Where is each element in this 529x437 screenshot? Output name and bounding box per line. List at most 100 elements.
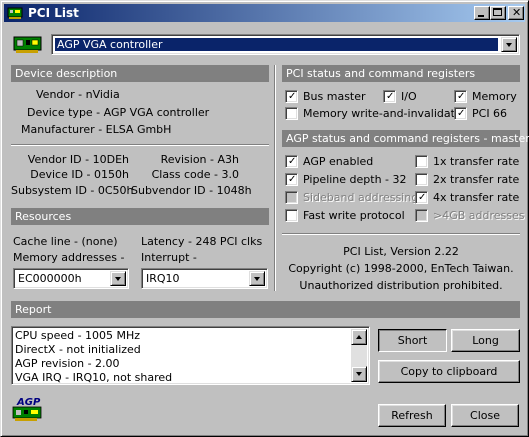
chevron-down-icon xyxy=(506,43,512,47)
vendor-text: Vendor - nVidia xyxy=(36,88,120,101)
agp-status-header: AGP status and command registers - maste… xyxy=(282,130,529,147)
pci66-label: PCI 66 xyxy=(472,107,508,120)
minimize-button[interactable] xyxy=(474,6,490,20)
copy-to-clipboard-label: Copy to clipboard xyxy=(400,365,498,378)
agp-logo-icon: AGP xyxy=(12,397,42,421)
2x-rate-checkbox[interactable] xyxy=(415,173,428,186)
window-title: PCI List xyxy=(28,6,79,20)
class-code-text: Class code - 3.0 xyxy=(151,168,239,181)
interrupt-dropdown-button[interactable] xyxy=(249,271,265,286)
bus-master-checkbox[interactable]: ✓ xyxy=(285,90,298,103)
version-text: PCI List, Version 2.22 xyxy=(343,245,459,258)
title-bar[interactable]: PCI List ✕ xyxy=(4,4,525,22)
copyright-text: Copyright (c) 1998-2000, EnTech Taiwan. xyxy=(288,262,514,275)
refresh-label: Refresh xyxy=(391,409,433,422)
short-report-label: Short xyxy=(397,334,428,347)
4gb-addresses-checkbox xyxy=(415,209,428,222)
copy-to-clipboard-button[interactable]: Copy to clipboard xyxy=(378,360,520,383)
report-listbox[interactable]: CPU speed - 1005 MHz DirectX - not initi… xyxy=(11,326,370,385)
4x-rate-label: 4x transfer rate xyxy=(433,191,520,204)
close-button[interactable]: Close xyxy=(451,404,519,427)
report-line: CPU speed - 1005 MHz xyxy=(15,329,141,342)
long-report-button[interactable]: Long xyxy=(451,329,520,352)
checkmark-icon: ✓ xyxy=(288,156,297,167)
checkmark-icon: ✓ xyxy=(457,91,466,102)
arrow-up-icon xyxy=(356,335,362,339)
checkmark-icon: ✓ xyxy=(386,91,395,102)
pipeline-depth-checkbox[interactable]: ✓ xyxy=(285,173,298,186)
report-line: DirectX - not initialized xyxy=(15,343,141,356)
device-select[interactable]: AGP VGA controller xyxy=(51,34,520,55)
device-select-value: AGP VGA controller xyxy=(54,37,499,52)
2x-rate-label: 2x transfer rate xyxy=(433,173,520,186)
close-label: Close xyxy=(470,409,500,422)
4gb-addresses-label: >4GB addresses xyxy=(433,209,525,222)
manufacturer-text: Manufacturer - ELSA GmbH xyxy=(21,123,172,136)
interrupt-label: Interrupt - xyxy=(141,251,197,264)
arrow-down-icon xyxy=(356,372,362,376)
memory-dropdown-button[interactable] xyxy=(110,271,126,286)
scroll-up-button[interactable] xyxy=(351,329,367,345)
close-window-button[interactable]: ✕ xyxy=(508,6,524,20)
resources-header: Resources xyxy=(11,208,269,225)
maximize-button[interactable] xyxy=(490,6,506,20)
pci-card-icon xyxy=(13,36,42,53)
fast-write-label: Fast write protocol xyxy=(303,209,405,222)
fast-write-checkbox[interactable] xyxy=(285,209,298,222)
main-window: PCI List ✕ AGP VGA controller Device des… xyxy=(0,0,529,437)
memory-checkbox[interactable]: ✓ xyxy=(454,90,467,103)
chevron-down-icon xyxy=(254,277,260,281)
report-header: Report xyxy=(11,301,520,318)
interrupt-value: IRQ10 xyxy=(146,272,180,285)
agp-enabled-checkbox[interactable]: ✓ xyxy=(285,155,298,168)
pci66-checkbox[interactable]: ✓ xyxy=(454,107,467,120)
cache-line-text: Cache line - (none) xyxy=(13,235,118,248)
maximize-icon xyxy=(493,8,502,16)
report-line: VGA IRQ - IRQ10, not shared xyxy=(15,371,173,384)
report-scrollbar[interactable] xyxy=(351,329,367,382)
memory-addresses-select[interactable]: EC000000h xyxy=(13,268,129,289)
4x-rate-checkbox[interactable]: ✓ xyxy=(415,191,428,204)
divider xyxy=(11,144,269,146)
memory-addresses-label: Memory addresses - xyxy=(13,251,125,264)
agp-enabled-label: AGP enabled xyxy=(303,155,374,168)
1x-rate-checkbox[interactable] xyxy=(415,155,428,168)
memory-label: Memory xyxy=(472,90,517,103)
long-report-label: Long xyxy=(472,334,499,347)
divider xyxy=(282,233,520,235)
close-icon: ✕ xyxy=(512,6,522,19)
agp-logo-text: AGP xyxy=(16,397,41,408)
io-label: I/O xyxy=(401,90,417,103)
device-select-dropdown-button[interactable] xyxy=(501,37,517,52)
pci-status-header: PCI status and command registers xyxy=(282,65,520,82)
sideband-addressing-checkbox xyxy=(285,191,298,204)
report-line: AGP revision - 2.00 xyxy=(15,357,120,370)
interrupt-select[interactable]: IRQ10 xyxy=(141,268,268,289)
short-report-button[interactable]: Short xyxy=(378,329,447,352)
bus-master-label: Bus master xyxy=(303,90,366,103)
revision-text: Revision - A3h xyxy=(160,153,239,166)
pipeline-depth-label: Pipeline depth - 32 xyxy=(303,173,407,186)
device-type-text: Device type - AGP VGA controller xyxy=(27,106,210,119)
device-description-header: Device description xyxy=(11,65,269,82)
subsystem-id-text: Subsystem ID - 0C50h xyxy=(11,184,134,197)
column-divider xyxy=(274,65,276,291)
checkmark-icon: ✓ xyxy=(457,108,466,119)
sideband-addressing-label: Sideband addressing xyxy=(303,191,419,204)
scroll-down-button[interactable] xyxy=(351,366,367,382)
refresh-button[interactable]: Refresh xyxy=(378,404,446,427)
1x-rate-label: 1x transfer rate xyxy=(433,155,520,168)
checkmark-icon: ✓ xyxy=(288,174,297,185)
checkmark-icon: ✓ xyxy=(288,91,297,102)
subvendor-id-text: Subvendor ID - 1048h xyxy=(131,184,252,197)
latency-text: Latency - 248 PCI clks xyxy=(141,235,263,248)
memory-write-invalidate-checkbox[interactable] xyxy=(285,107,298,120)
memory-write-invalidate-label: Memory write-and-invalidate xyxy=(303,107,462,120)
memory-addresses-value: EC000000h xyxy=(18,272,82,285)
minimize-icon xyxy=(478,15,484,17)
app-icon xyxy=(7,7,23,19)
checkmark-icon: ✓ xyxy=(418,192,427,203)
io-checkbox[interactable]: ✓ xyxy=(383,90,396,103)
chevron-down-icon xyxy=(115,277,121,281)
distribution-notice-text: Unauthorized distribution prohibited. xyxy=(299,279,503,292)
